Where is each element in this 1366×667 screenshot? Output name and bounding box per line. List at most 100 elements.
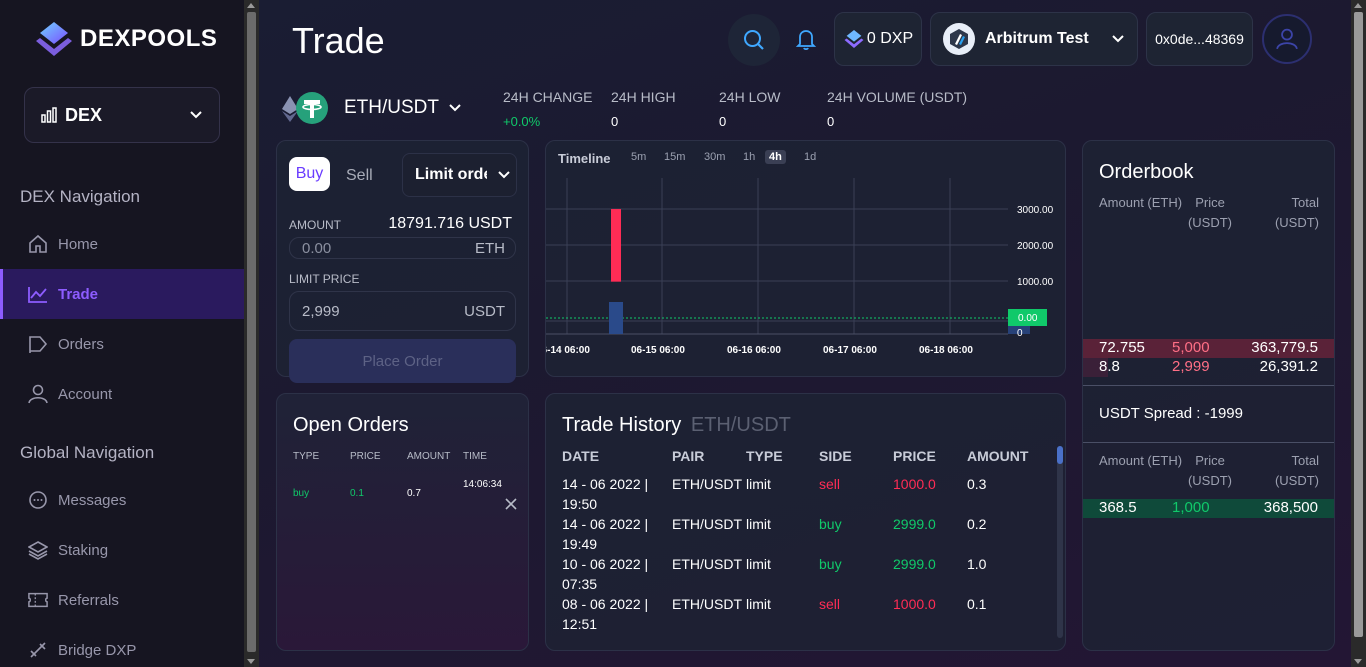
dex-selector[interactable]: DEX xyxy=(24,87,220,143)
ask-price: 5,000 xyxy=(1172,339,1210,356)
search-button[interactable] xyxy=(728,14,780,66)
brand-name: DEXPOOLS xyxy=(80,25,218,52)
order-form-card: Buy Sell Limit order AMOUNT 18791.716 US… xyxy=(276,140,529,383)
orders-icon xyxy=(28,334,48,354)
volume-bar xyxy=(609,302,623,334)
y-tick-label: 3000.00 xyxy=(1017,205,1054,216)
trade-date-day: 08 - 06 2022 | xyxy=(562,596,649,612)
sidebar-item-trade[interactable]: Trade xyxy=(0,269,244,319)
tab-buy[interactable]: Buy xyxy=(289,157,330,191)
orderbook-title: Orderbook xyxy=(1099,161,1194,183)
orderbook-ask-row[interactable]: 8.8 2,999 26,391.2 xyxy=(1083,358,1334,377)
limit-price-input[interactable]: 2,999 USDT xyxy=(289,291,516,331)
trade-history-header-date: DATE xyxy=(562,448,600,464)
x-tick-label: 06-14 06:00 xyxy=(546,345,590,356)
limit-price-value: 2,999 xyxy=(302,302,340,320)
bar-chart-icon xyxy=(41,107,57,123)
trade-side: buy xyxy=(819,516,842,532)
dxp-balance-pill[interactable]: 0 DXP xyxy=(834,12,922,66)
sidebar-item-label: Home xyxy=(58,235,99,253)
sidebar-item-account[interactable]: Account xyxy=(0,369,244,419)
trade-date: 08 - 06 2022 | 12:51 xyxy=(562,594,648,634)
trade-pair: ETH/USDT xyxy=(672,556,742,572)
orderbook-bid-row[interactable]: 368.5 1,000 368,500 xyxy=(1083,499,1334,518)
dexpools-logo-icon xyxy=(36,22,72,56)
arbitrum-logo-icon xyxy=(943,23,975,55)
candle[interactable] xyxy=(611,209,621,282)
trade-side: buy xyxy=(819,556,842,572)
trade-date-day: 14 - 06 2022 | xyxy=(562,476,649,492)
x-tick-label: 06-18 06:00 xyxy=(919,345,973,356)
trade-history-header-side: SIDE xyxy=(819,448,852,464)
stat-value: +0.0% xyxy=(503,114,541,129)
cancel-order-icon[interactable] xyxy=(505,498,517,510)
orderbook-header-price: Price (USDT) xyxy=(1187,453,1233,488)
brand-logo[interactable]: DEXPOOLS xyxy=(34,20,217,58)
sidebar-item-label: Trade xyxy=(58,285,99,303)
trade-side: sell xyxy=(819,596,841,612)
sidebar-item-messages[interactable]: Messages xyxy=(0,475,244,525)
candlestick-chart[interactable]: 0.00 3000.00 2000.00 1000.00 0 06-14 06:… xyxy=(546,141,1066,377)
sidebar-item-bridge-dxp[interactable]: Bridge DXP xyxy=(0,625,244,667)
trade-price: 2999.0 xyxy=(893,516,936,532)
ticket-icon xyxy=(28,590,48,610)
price-chart-card: Timeline 5m 15m 30m 1h 4h 1d 0.00 3000.0… xyxy=(545,140,1066,377)
trade-history-scrollbar[interactable] xyxy=(1057,446,1063,638)
user-icon xyxy=(28,384,48,404)
scrollbar-thumb[interactable] xyxy=(1354,12,1363,637)
scroll-up-arrow-icon[interactable] xyxy=(1354,3,1362,8)
trade-type: limit xyxy=(746,476,771,492)
trade-side: sell xyxy=(819,476,841,492)
sidebar-item-staking[interactable]: Staking xyxy=(0,525,244,575)
ask-amount: 8.8 xyxy=(1099,358,1120,375)
open-orders-card: Open Orders TYPE PRICE AMOUNT TIME buy 0… xyxy=(276,393,529,651)
order-type-select[interactable]: Limit order xyxy=(402,153,517,197)
trade-date-time: 07:35 xyxy=(562,576,598,592)
stat-label: 24H CHANGE xyxy=(503,89,593,105)
avatar[interactable] xyxy=(1262,14,1312,64)
chat-icon xyxy=(28,490,48,510)
page-scrollbar[interactable] xyxy=(1351,0,1366,667)
scrollbar-thumb[interactable] xyxy=(1057,446,1063,464)
scrollbar-thumb[interactable] xyxy=(247,12,256,652)
bid-amount: 368.5 xyxy=(1099,499,1137,516)
stat-value: 0 xyxy=(719,114,727,129)
open-orders-header-time: TIME xyxy=(463,451,487,462)
sidebar-item-home[interactable]: Home xyxy=(0,219,244,269)
open-orders-header-price: PRICE xyxy=(350,451,381,462)
scroll-up-arrow-icon[interactable] xyxy=(247,3,255,8)
pair-selector[interactable]: ETH/USDT xyxy=(281,91,462,125)
stat-label: 24H VOLUME (USDT) xyxy=(827,89,968,105)
ask-price: 2,999 xyxy=(1172,358,1210,375)
trade-history-header-amount: AMOUNT xyxy=(967,448,1029,464)
scroll-down-arrow-icon[interactable] xyxy=(1354,659,1362,664)
wallet-address-pill[interactable]: 0x0de...48369 xyxy=(1146,12,1253,66)
trade-date: 14 - 06 2022 | 19:50 xyxy=(562,474,648,514)
trade-date-time: 12:51 xyxy=(562,616,598,632)
trade-date-time: 19:50 xyxy=(562,496,598,512)
stat-label: 24H HIGH xyxy=(611,89,676,105)
bell-icon[interactable] xyxy=(794,27,818,51)
page-title: Trade xyxy=(292,20,385,61)
trade-price: 1000.0 xyxy=(893,596,936,612)
open-orders-header-type: TYPE xyxy=(293,451,320,462)
trade-type: limit xyxy=(746,596,771,612)
sidebar-scrollbar[interactable] xyxy=(244,0,259,667)
user-icon xyxy=(1276,28,1298,50)
place-order-button[interactable]: Place Order xyxy=(289,339,516,383)
sidebar-item-referrals[interactable]: Referrals xyxy=(0,575,244,625)
search-icon xyxy=(744,30,764,50)
trade-amount: 0.2 xyxy=(967,516,987,532)
orderbook-ask-row[interactable]: 72.755 5,000 363,779.5 xyxy=(1083,339,1334,358)
network-selector[interactable]: Arbitrum Test xyxy=(930,12,1138,66)
limit-price-unit: USDT xyxy=(464,302,505,320)
sidebar-item-orders[interactable]: Orders xyxy=(0,319,244,369)
open-order-price: 0.1 xyxy=(350,488,364,499)
sidebar-item-label: Account xyxy=(58,385,113,403)
scroll-down-arrow-icon[interactable] xyxy=(247,659,255,664)
tab-sell[interactable]: Sell xyxy=(346,167,373,185)
amount-input[interactable]: 0.00 ETH xyxy=(289,237,516,259)
open-order-type: buy xyxy=(293,488,310,499)
home-icon xyxy=(28,234,48,254)
stat-24h-high: 24H HIGH 0 xyxy=(611,89,676,129)
